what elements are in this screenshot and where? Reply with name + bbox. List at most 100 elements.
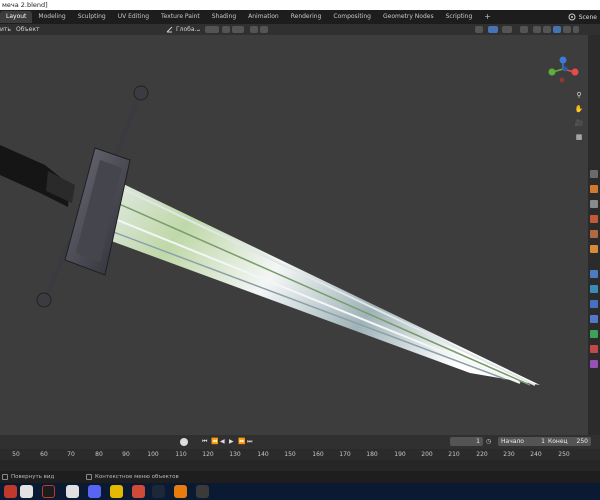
proportional-falloff-button[interactable]: [260, 26, 268, 33]
ruler-tick: 220: [476, 451, 488, 458]
app-icon-light[interactable]: [20, 485, 33, 498]
world-tab-icon[interactable]: [590, 245, 598, 253]
navigation-gizmo[interactable]: [544, 55, 584, 95]
folder-icon[interactable]: [110, 485, 123, 498]
tab-scripting[interactable]: Scripting: [440, 11, 479, 23]
mouse-icon: [86, 474, 92, 480]
app-icon-red[interactable]: [4, 485, 17, 498]
discord-icon[interactable]: [88, 485, 101, 498]
shading-rendered-button[interactable]: [563, 26, 571, 33]
mouse-icon: [2, 474, 8, 480]
tab-sculpting[interactable]: Sculpting: [72, 11, 112, 23]
modifier-tab-icon[interactable]: [590, 270, 598, 278]
play-reverse-button[interactable]: ◀: [220, 438, 225, 446]
tab-rendering[interactable]: Rendering: [285, 11, 328, 23]
pivot-point-button[interactable]: [205, 26, 219, 33]
particles-tab-icon[interactable]: [590, 285, 598, 293]
viewport-header: ить Объект Глоба... ⌄: [0, 24, 600, 35]
shading-solid-button[interactable]: [543, 26, 551, 33]
xray-toggle[interactable]: [520, 26, 528, 33]
camera-icon[interactable]: 🎥: [574, 118, 584, 128]
shading-options-button[interactable]: [573, 26, 579, 33]
record-button[interactable]: [180, 438, 188, 446]
scene-icon: [568, 13, 576, 21]
steam-icon[interactable]: [152, 485, 165, 498]
tab-uv-editing[interactable]: UV Editing: [112, 11, 155, 23]
ruler-tick: 60: [40, 451, 48, 458]
ruler-tick: 170: [339, 451, 351, 458]
3d-viewport[interactable]: ⚲ ✋ 🎥 ▦: [0, 35, 588, 435]
constraints-tab-icon[interactable]: [590, 315, 598, 323]
visibility-toggle[interactable]: [475, 26, 483, 33]
tab-layout[interactable]: Layout: [0, 11, 33, 23]
start-frame-field[interactable]: Начало 1: [498, 437, 548, 446]
menu-item-object[interactable]: Объект: [16, 24, 39, 35]
tab-compositing[interactable]: Compositing: [327, 11, 377, 23]
hand-icon[interactable]: ✋: [574, 104, 584, 114]
material-tab-icon[interactable]: [590, 345, 598, 353]
status-bar: Повернуть вид Контекстное меню объектов: [0, 471, 600, 483]
play-icon[interactable]: ▶: [229, 438, 234, 446]
scene-tab-icon[interactable]: [590, 230, 598, 238]
grid-icon[interactable]: ▦: [574, 132, 584, 142]
ruler-tick: 250: [558, 451, 570, 458]
chrome-icon[interactable]: [132, 485, 145, 498]
scene-label: Scene: [578, 13, 597, 21]
workspace-tabs: Layout Modeling Sculpting UV Editing Tex…: [0, 10, 600, 24]
os-taskbar: [0, 483, 600, 500]
opera-icon[interactable]: [42, 485, 55, 498]
jump-start-button[interactable]: ⏮: [202, 438, 207, 446]
next-keyframe-button[interactable]: ⏩: [238, 438, 245, 446]
output-tab-icon[interactable]: [590, 200, 598, 208]
proportional-editing-toggle[interactable]: [250, 26, 258, 33]
zoom-icon[interactable]: ⚲: [574, 90, 584, 100]
start-label: Начало: [501, 438, 524, 445]
app-icon-s[interactable]: [66, 485, 79, 498]
render-tab-icon[interactable]: [590, 185, 598, 193]
gizmo-toggle[interactable]: [488, 26, 498, 33]
ruler-tick: 160: [312, 451, 324, 458]
end-label: Конец: [548, 438, 568, 445]
tab-shading[interactable]: Shading: [206, 11, 242, 23]
current-frame-field[interactable]: 1: [450, 437, 483, 446]
ruler-tick: 150: [284, 451, 296, 458]
end-frame-field[interactable]: Конец 250: [545, 437, 591, 446]
physics-tab-icon[interactable]: [590, 300, 598, 308]
ruler-tick: 110: [175, 451, 187, 458]
ruler-tick: 70: [67, 451, 75, 458]
timeline-ruler[interactable]: 50 60 70 80 90 100 110 120 130 140 150 1…: [0, 449, 600, 460]
tab-modeling[interactable]: Modeling: [32, 11, 71, 23]
status-hint-rotate: Повернуть вид: [11, 474, 55, 480]
scene-selector[interactable]: Scene: [568, 10, 600, 24]
shading-wireframe-button[interactable]: [533, 26, 541, 33]
menu-item-add[interactable]: ить: [0, 24, 11, 35]
ruler-tick: 180: [366, 451, 378, 458]
ruler-tick: 210: [448, 451, 460, 458]
tab-animation[interactable]: Animation: [242, 11, 285, 23]
overlay-toggle[interactable]: [502, 26, 512, 33]
window-title: меча 2.blend]: [2, 1, 48, 9]
add-workspace-button[interactable]: +: [478, 11, 497, 23]
snap-toggle[interactable]: [222, 26, 230, 33]
sword-render: [0, 85, 540, 386]
prev-keyframe-button[interactable]: ⏪: [211, 438, 218, 446]
ruler-tick: 80: [95, 451, 103, 458]
timeline-header: ⏮ ⏪ ◀ ▶ ⏩ ⏭ 1 ◷ Начало 1 Конец 250: [0, 435, 600, 449]
shading-material-button[interactable]: [553, 26, 561, 33]
clock-icon[interactable]: ◷: [486, 438, 491, 446]
blender-icon[interactable]: [174, 485, 187, 498]
ruler-tick: 50: [12, 451, 20, 458]
tool-tab-icon[interactable]: [590, 170, 598, 178]
ruler-tick: 130: [229, 451, 241, 458]
snap-target-dropdown[interactable]: [232, 26, 244, 33]
data-tab-icon[interactable]: [590, 330, 598, 338]
texture-tab-icon[interactable]: [590, 360, 598, 368]
tab-texture-paint[interactable]: Texture Paint: [155, 11, 206, 23]
transform-orientation-icon: [166, 26, 173, 33]
ruler-tick: 100: [147, 451, 159, 458]
tab-geometry-nodes[interactable]: Geometry Nodes: [377, 11, 440, 23]
jump-end-button[interactable]: ⏭: [247, 438, 252, 446]
timeline-area[interactable]: [0, 460, 600, 471]
app-icon-dark[interactable]: [196, 485, 209, 498]
view-layer-tab-icon[interactable]: [590, 215, 598, 223]
